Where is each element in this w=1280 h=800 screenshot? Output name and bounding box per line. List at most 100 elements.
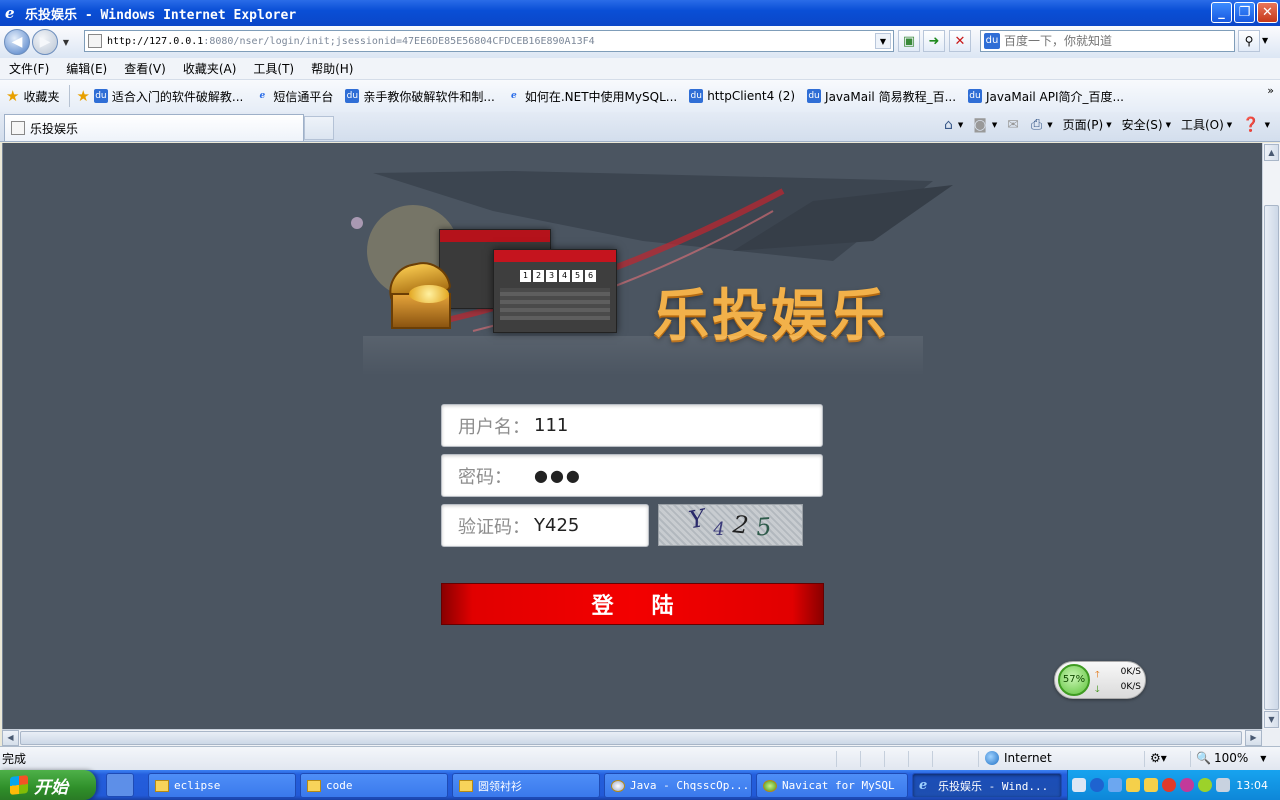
quicklaunch-icon[interactable] — [106, 773, 134, 797]
menu-edit[interactable]: 编辑(E) — [57, 60, 115, 77]
favorites-label: 收藏夹 — [23, 89, 60, 104]
task-label: eclipse — [174, 779, 221, 792]
taskbar-item-shirt[interactable]: 圆领衬衫 — [452, 773, 600, 798]
scroll-left-icon[interactable]: ◀ — [2, 730, 19, 746]
scroll-thumb[interactable] — [1264, 205, 1279, 710]
menu-tools[interactable]: 工具(T) — [244, 60, 302, 77]
maximize-button[interactable]: ❐ — [1234, 2, 1255, 23]
password-input[interactable]: ●●● — [534, 466, 794, 485]
stop-icon[interactable]: ✕ — [949, 30, 971, 52]
username-input[interactable] — [534, 415, 794, 436]
start-button[interactable]: 开始 — [0, 770, 96, 800]
close-button[interactable]: ✕ — [1257, 2, 1278, 23]
favorite-item[interactable]: e 如何在.NET中使用MySQL... — [507, 88, 677, 105]
zoom-control[interactable]: 🔍 100% ▼ — [1196, 751, 1266, 765]
status-divider — [860, 751, 861, 767]
safety-menu[interactable]: 安全(S) ▼ — [1122, 116, 1171, 133]
url-text[interactable]: http://127.0.0.1:8080/nser/login/init;js… — [107, 36, 595, 47]
screenshot-header — [494, 250, 616, 262]
username-field[interactable]: 用户名： — [441, 404, 823, 447]
favorite-item[interactable]: du JavaMail API简介_百度... — [968, 88, 1124, 105]
favorite-item[interactable]: e 短信通平台 — [255, 88, 334, 105]
scroll-up-icon[interactable]: ▲ — [1264, 144, 1279, 161]
captcha-image[interactable]: Y 4 2 5 — [658, 504, 803, 546]
safety-menu-label: 安全(S) — [1121, 118, 1163, 132]
page-icon — [88, 34, 102, 48]
search-icon[interactable]: ⚲ — [1238, 30, 1260, 52]
captcha-char: 5 — [755, 512, 773, 542]
clock[interactable]: 13:04 — [1236, 779, 1268, 792]
taskbar-item-code[interactable]: code — [300, 773, 448, 798]
mail-icon: ✉ — [1007, 116, 1019, 133]
window-controls: _ ❐ ✕ — [1211, 2, 1278, 23]
network-icon[interactable] — [1108, 778, 1122, 792]
address-dropdown-icon[interactable]: ▼ — [875, 33, 891, 49]
tools-menu-label: 工具(O) — [1180, 118, 1224, 132]
scroll-thumb[interactable] — [20, 731, 1242, 745]
address-field[interactable]: http://127.0.0.1:8080/nser/login/init;js… — [84, 30, 894, 52]
favorite-item[interactable]: du httpClient4 (2) — [689, 89, 795, 103]
forward-button[interactable]: ▶ — [32, 29, 58, 55]
status-divider — [836, 751, 837, 767]
taskbar-item-eclipse[interactable]: eclipse — [148, 773, 296, 798]
history-dropdown-icon[interactable]: ▼ — [60, 38, 72, 47]
protected-mode-icon[interactable]: ⚙▾ — [1150, 751, 1167, 765]
chevron-right-icon[interactable]: » — [1267, 84, 1274, 97]
mail-button[interactable]: ✉ — [1007, 117, 1021, 133]
security-zone[interactable]: Internet — [985, 751, 1052, 765]
lottery-number: 2 — [533, 270, 544, 282]
menu-favorites[interactable]: 收藏夹(A) — [174, 60, 245, 77]
page-menu[interactable]: 页面(P) ▼ — [1063, 116, 1112, 133]
qq-icon[interactable] — [1126, 778, 1140, 792]
keyboard-icon[interactable] — [1072, 778, 1086, 792]
add-favorite-icon[interactable]: ★ — [76, 87, 89, 105]
new-tab-button[interactable] — [304, 116, 334, 140]
captcha-label: 验证码： — [458, 516, 530, 538]
status-bar: 完成 Internet ⚙▾ 🔍 100% ▼ — [0, 746, 1280, 770]
favorites-separator — [69, 85, 71, 107]
qq-icon[interactable] — [1144, 778, 1158, 792]
antivirus-icon[interactable] — [1162, 778, 1176, 792]
captcha-field[interactable]: 验证码： — [441, 504, 649, 547]
go-icon[interactable]: ➜ — [923, 30, 945, 52]
taskbar-item-navicat[interactable]: Navicat for MySQL — [756, 773, 908, 798]
password-field[interactable]: 密码： ●●● — [441, 454, 823, 497]
help-button[interactable]: ❓ ▼ — [1242, 117, 1270, 133]
scroll-down-icon[interactable]: ▼ — [1264, 711, 1279, 728]
search-input[interactable] — [1004, 34, 1224, 48]
favorite-item[interactable]: du 亲手教你破解软件和制... — [345, 88, 495, 105]
compatibility-view-icon[interactable]: ▣ — [898, 30, 920, 52]
tab-current[interactable]: 乐投娱乐 — [4, 114, 304, 141]
app-tray-icon[interactable] — [1198, 778, 1212, 792]
chevron-down-icon: ▼ — [1260, 753, 1267, 763]
bluetooth-icon[interactable] — [1180, 778, 1194, 792]
taskbar-item-java[interactable]: Java - ChqsscOp... — [604, 773, 752, 798]
login-button[interactable]: 登陆 — [441, 583, 824, 625]
vertical-scrollbar[interactable]: ▲ ▼ — [1262, 143, 1280, 729]
favorites-button[interactable]: ★ 收藏夹 — [6, 87, 59, 105]
home-button[interactable]: ⌂ ▼ — [944, 117, 963, 133]
monitor-icon[interactable] — [1216, 778, 1230, 792]
search-box[interactable]: du — [980, 30, 1235, 52]
menu-file[interactable]: 文件(F) — [0, 60, 57, 77]
taskbar-item-ie[interactable]: e 乐投娱乐 - Wind... — [912, 773, 1062, 798]
search-options-icon[interactable]: ▼ — [1262, 36, 1268, 45]
minimize-button[interactable]: _ — [1211, 2, 1232, 23]
favorites-star-icon: ★ — [6, 87, 20, 105]
folder-icon — [155, 779, 169, 792]
captcha-input[interactable] — [534, 515, 634, 536]
screenshot-preview: 1 2 3 4 5 6 — [493, 249, 617, 333]
favorite-item[interactable]: du 适合入门的软件破解教... — [93, 88, 243, 105]
horizontal-scrollbar[interactable]: ◀ ▶ — [2, 729, 1262, 746]
scroll-right-icon[interactable]: ▶ — [1245, 730, 1262, 746]
arrow-icon[interactable] — [1090, 778, 1104, 792]
feeds-button[interactable]: ◙ ▼ — [973, 117, 997, 133]
favorite-item[interactable]: du JavaMail 简易教程_百... — [807, 88, 956, 105]
status-divider — [932, 751, 933, 767]
tools-menu[interactable]: 工具(O) ▼ — [1181, 116, 1232, 133]
print-button[interactable]: ⎙ ▼ — [1031, 117, 1053, 133]
menu-help[interactable]: 帮助(H) — [302, 60, 361, 77]
back-button[interactable]: ◀ — [4, 29, 30, 55]
network-monitor-widget[interactable]: 57% 🡑 0K/S 🡓 0K/S — [1054, 661, 1146, 699]
menu-view[interactable]: 查看(V) — [115, 60, 174, 77]
